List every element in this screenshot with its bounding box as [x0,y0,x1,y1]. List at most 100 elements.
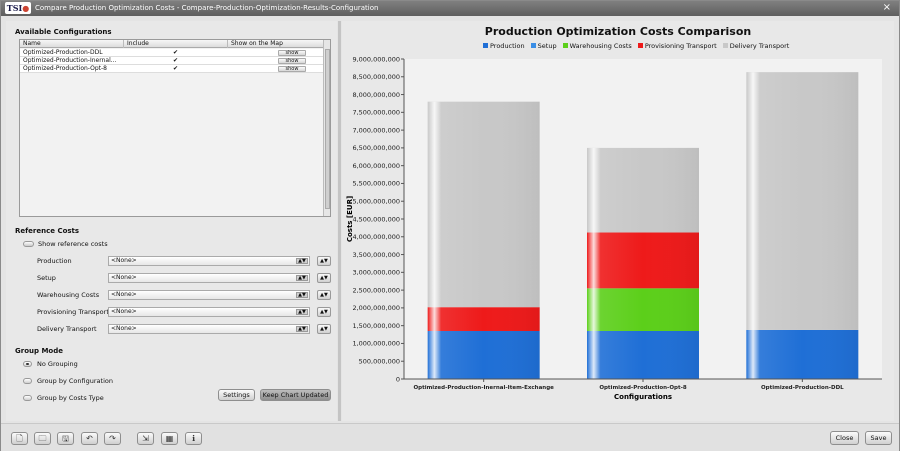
production-select[interactable]: <None> ▲▼ [108,256,310,266]
provisioning-select[interactable]: <None> ▲▼ [108,307,310,317]
group-mode-title: Group Mode [15,347,63,355]
save-button[interactable]: Save [865,431,892,445]
y-tick-label: 5,000,000,000 [352,198,400,206]
delivery-spin-button[interactable]: ▲▼ [317,324,331,334]
y-tick-label: 6,000,000,000 [352,162,400,170]
combo-arrow-icon[interactable]: ▲▼ [296,275,308,281]
config-name-cell: Optimized-Production-Inernal... [23,57,117,64]
y-tick-label: 2,000,000,000 [352,304,400,312]
x-tick-label: Optimized-Production-Opt-8 [599,385,687,391]
legend-label: Setup [537,42,557,50]
column-header-include[interactable]: Include [124,40,228,48]
delivery-select[interactable]: <None> ▲▼ [108,324,310,334]
x-tick-label: Optimized-Production-DDL [761,385,844,391]
bar-highlight [587,147,699,379]
setup-spin-button[interactable]: ▲▼ [317,273,331,283]
warehousing-spin-button[interactable]: ▲▼ [317,290,331,300]
split-divider[interactable] [338,21,341,421]
y-tick-label: 6,500,000,000 [352,144,400,152]
y-tick-label: 7,000,000,000 [352,126,400,134]
show-on-map-button[interactable]: show [278,58,306,64]
new-file-icon[interactable]: 🗋 [11,432,28,445]
y-axis-label: Costs [EUR] [346,196,354,242]
x-axis-label: Configurations [614,393,672,401]
include-checkbox[interactable]: ✔ [170,49,190,57]
table-row[interactable]: Optimized-Production-DDL ✔ show [20,49,324,57]
y-tick-label: 3,500,000,000 [352,251,400,259]
y-tick-label: 9,000,000,000 [352,55,400,63]
y-axis: 0 500,000,000 1,000,000,000 1,500,000,000 2,… [352,55,405,383]
no-grouping-label: No Grouping [37,360,78,368]
legend-swatch [637,43,643,48]
combo-arrow-icon[interactable]: ▲▼ [296,292,308,298]
table-header: Name Include Show on the Map [20,40,324,48]
undo-icon[interactable]: ↶ [81,432,98,445]
y-tick-label: 1,000,000,000 [352,340,400,348]
close-button[interactable]: Close [830,431,859,445]
show-reference-costs-label: Show reference costs [38,240,108,248]
open-folder-icon[interactable]: 🗀 [34,432,51,445]
y-tick-label: 500,000,000 [359,358,400,366]
legend-swatch [483,43,488,48]
production-label: Production [37,257,72,265]
group-by-costs-type-radio[interactable] [23,395,32,401]
chart-icon[interactable]: ▦ [161,432,178,445]
close-window-icon[interactable]: × [883,2,891,13]
setup-select[interactable]: <None> ▲▼ [108,273,310,283]
legend-label: Delivery Transport [729,42,790,50]
table-row[interactable]: Optimized-Production-Opt-8 ✔ show [20,65,324,73]
include-checkbox[interactable]: ✔ [170,65,190,73]
combo-arrow-icon[interactable]: ▲▼ [296,309,308,315]
production-spin-button[interactable]: ▲▼ [317,256,331,266]
table-row[interactable]: Optimized-Production-Inernal... ✔ show [20,57,324,65]
settings-button[interactable]: Settings [218,389,255,401]
scrollbar-thumb[interactable] [325,49,330,209]
app-logo: TSI● [5,2,31,14]
column-header-show[interactable]: Show on the Map [228,40,324,48]
legend-label: Provisioning Transport [644,42,717,50]
column-header-name[interactable]: Name [20,40,124,48]
y-tick-label: 3,000,000,000 [352,269,400,277]
group-by-configuration-radio[interactable] [23,378,32,384]
footer-toolbar: 🗋 🗀 🖫 ↶ ↷ ⇲ ▦ ℹ Close Save [1,423,899,451]
combo-arrow-icon[interactable]: ▲▼ [296,258,308,264]
y-tick-label: 8,000,000,000 [352,91,400,99]
legend-label: Production [490,42,525,50]
y-tick-label: 2,500,000,000 [352,286,400,294]
provisioning-label: Provisioning Transport [37,308,109,316]
info-icon[interactable]: ℹ [185,432,202,445]
warehousing-label: Warehousing Costs [37,291,100,299]
legend-label: Warehousing Costs [569,42,632,50]
table-scrollbar[interactable] [323,40,330,216]
y-tick-label: 0 [396,375,400,383]
x-axis: Optimized-Production-Inernal-Item-Exchan… [404,378,882,391]
group-by-costs-type-label: Group by Costs Type [37,394,104,402]
chart-legend: Production Setup Warehousing Costs Provi… [479,42,789,50]
warehousing-select[interactable]: <None> ▲▼ [108,290,310,300]
combo-arrow-icon[interactable]: ▲▼ [296,326,308,332]
legend-swatch [530,43,536,48]
provisioning-spin-button[interactable]: ▲▼ [317,307,331,317]
redo-icon[interactable]: ↷ [104,432,121,445]
cost-chart: 0 500,000,000 1,000,000,000 1,500,000,000 2,… [346,55,882,401]
x-tick-label: Optimized-Production-Inernal-Item-Exchan… [413,385,554,391]
export-icon[interactable]: ⇲ [137,432,154,445]
keep-chart-updated-button[interactable]: Keep Chart Updated [260,389,331,401]
bar-highlight [746,72,859,380]
y-tick-label: 1,500,000,000 [352,322,400,330]
y-tick-label: 4,000,000,000 [352,233,400,241]
show-reference-costs-toggle[interactable] [23,241,34,247]
no-grouping-radio[interactable] [23,361,32,367]
legend-swatch [722,43,728,48]
show-on-map-button[interactable]: show [278,66,306,72]
group-by-configuration-label: Group by Configuration [37,377,113,385]
config-name-cell: Optimized-Production-DDL [23,49,103,56]
reference-costs-title: Reference Costs [15,227,80,235]
y-tick-label: 4,500,000,000 [352,215,400,223]
y-tick-label: 7,500,000,000 [352,109,400,117]
window-title: Compare Production Optimization Costs - … [35,4,379,12]
include-checkbox[interactable]: ✔ [170,57,190,65]
available-configurations-title: Available Configurations [15,28,112,36]
save-disk-icon[interactable]: 🖫 [57,432,74,445]
show-on-map-button[interactable]: show [278,50,306,56]
